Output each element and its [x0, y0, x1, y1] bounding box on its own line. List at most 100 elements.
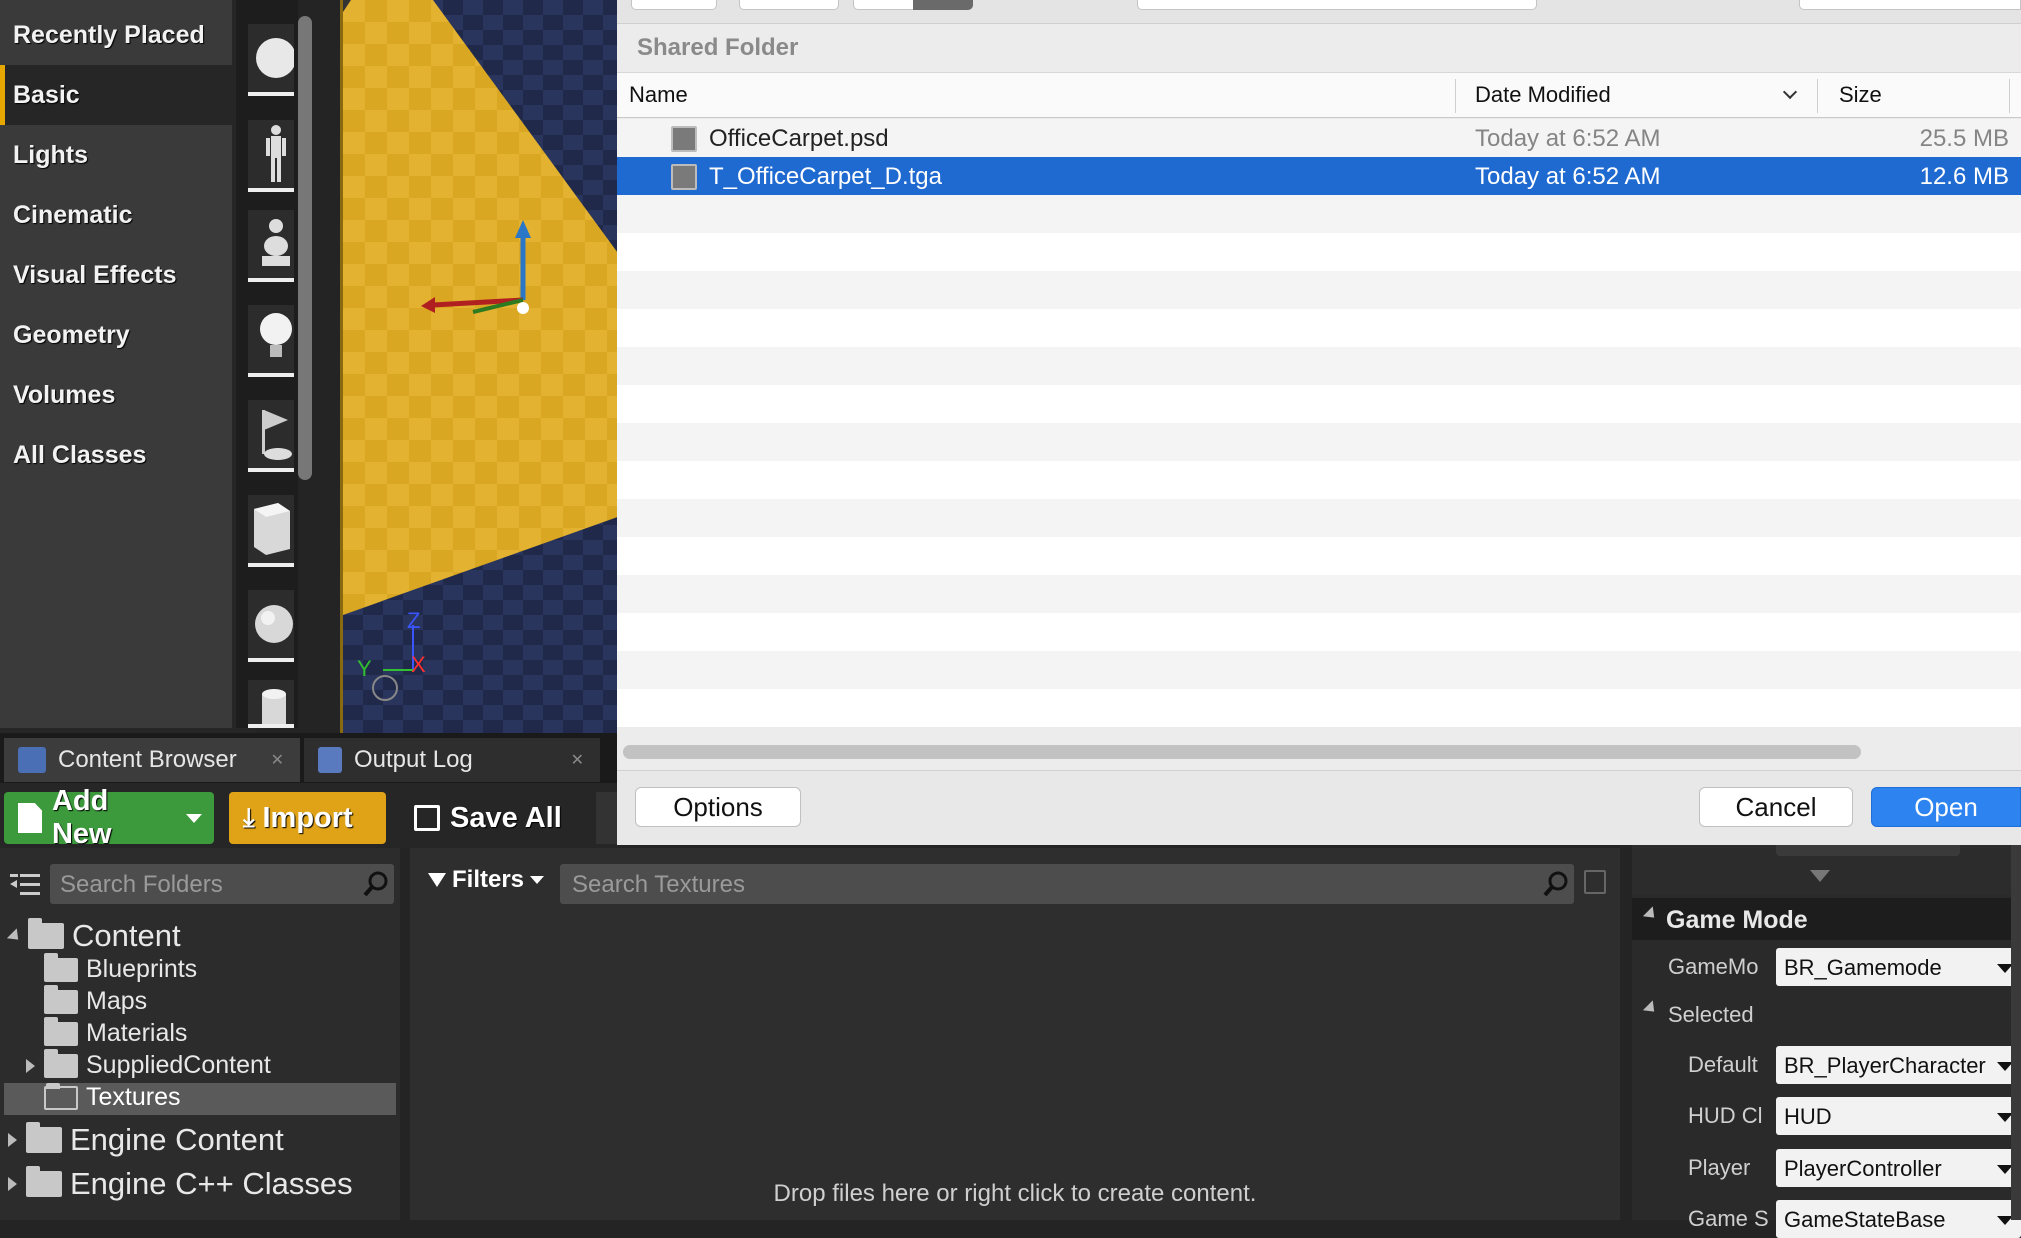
open-button[interactable]: Open: [1871, 787, 2021, 827]
folder-blueprints[interactable]: Blueprints: [44, 952, 197, 984]
add-new-label: Add New: [51, 785, 112, 850]
game-state-label: Game S: [1688, 1206, 1768, 1231]
folder-engine-content[interactable]: Engine Content: [8, 1122, 284, 1158]
column-separator[interactable]: [1455, 79, 1456, 113]
filter-icon: [428, 873, 446, 887]
empty-row: [617, 461, 2021, 499]
folder-suppliedcontent[interactable]: SuppliedContent: [26, 1048, 271, 1080]
sidebar-toggle-button[interactable]: [631, 0, 717, 10]
column-separator[interactable]: [1817, 79, 1818, 113]
new-file-icon: [18, 803, 42, 833]
save-all-label: Save All: [450, 801, 562, 834]
location-popup[interactable]: [1137, 0, 1537, 10]
folder-materials-label: Materials: [86, 1019, 188, 1047]
details-scrollbar[interactable]: [2011, 845, 2021, 1220]
import-icon: ⤓: [243, 802, 255, 832]
light-bulb-icon[interactable]: [248, 305, 294, 377]
back-forward-buttons[interactable]: [739, 0, 839, 10]
folder-engine-cpp-label: Engine C++ Classes: [70, 1166, 353, 1201]
category-cinematic[interactable]: Cinematic: [0, 185, 232, 245]
expand-arrow-icon[interactable]: [26, 1058, 35, 1073]
folder-icon: [28, 918, 64, 949]
game-mode-section-header[interactable]: Game Mode: [1632, 898, 2021, 940]
category-list: Recently Placed Basic Lights Cinematic V…: [0, 0, 232, 728]
category-lights[interactable]: Lights: [0, 125, 232, 185]
sphere-actor-thumbnail-2[interactable]: [248, 590, 294, 662]
import-label: Import: [262, 801, 353, 834]
tree-toggle-icon[interactable]: [10, 870, 40, 898]
close-icon[interactable]: ✕: [571, 750, 584, 770]
column-separator[interactable]: [2009, 79, 2010, 113]
folder-content[interactable]: Content: [6, 918, 181, 954]
file-row-selected[interactable]: T_OfficeCarpet_D.tga Today at 6:52 AM 12…: [617, 157, 2021, 195]
file-icon: [671, 126, 697, 152]
cylinder-actor-thumbnail[interactable]: [248, 680, 294, 728]
tab-content-browser[interactable]: Content Browser ✕: [4, 738, 300, 782]
options-button[interactable]: Options: [635, 787, 801, 827]
list-view-button[interactable]: [913, 0, 973, 10]
chevron-down-icon: [186, 813, 202, 823]
folder-maps-label: Maps: [86, 987, 148, 1015]
expand-arrow-icon[interactable]: [6, 927, 24, 945]
column-size-header[interactable]: Size: [1839, 82, 1882, 108]
search-icon: [362, 870, 390, 898]
player-controller-dropdown[interactable]: PlayerController: [1776, 1149, 2021, 1187]
axis-y-label: Y: [357, 656, 372, 681]
cancel-button[interactable]: Cancel: [1699, 787, 1853, 827]
category-all-classes[interactable]: All Classes: [0, 425, 232, 485]
folder-materials[interactable]: Materials: [44, 1016, 188, 1048]
column-date-header[interactable]: Date Modified: [1475, 82, 1611, 108]
expand-arrow-icon[interactable]: [8, 1133, 17, 1147]
column-name-header[interactable]: Name: [629, 82, 688, 108]
pawn-actor-thumbnail[interactable]: [248, 210, 294, 282]
default-pawn-label: Default: [1688, 1052, 1758, 1077]
current-folder-title: Shared Folder: [637, 34, 799, 61]
selected-gamemode-label: Selected: [1668, 1002, 1754, 1027]
filters-button[interactable]: Filters: [428, 866, 545, 894]
save-search-icon[interactable]: [1584, 870, 1606, 894]
file-date: Today at 6:52 AM: [1475, 125, 1661, 152]
empty-row: [617, 499, 2021, 537]
category-recently-placed[interactable]: Recently Placed: [0, 5, 232, 65]
expand-arrow-icon[interactable]: [8, 1177, 17, 1191]
category-volumes[interactable]: Volumes: [0, 365, 232, 425]
file-size: 12.6 MB: [1919, 163, 2009, 190]
default-pawn-dropdown[interactable]: BR_PlayerCharacter: [1776, 1046, 2021, 1084]
empty-row: [617, 689, 2021, 727]
horizontal-scrollbar[interactable]: [623, 745, 1861, 759]
import-button[interactable]: ⤓ Import: [229, 792, 386, 844]
empty-row: [617, 423, 2021, 461]
cube-actor-thumbnail[interactable]: [248, 495, 294, 567]
gamemode-dropdown[interactable]: BR_Gamemode: [1776, 948, 2021, 986]
search-textures-input[interactable]: Search Textures: [560, 864, 1574, 904]
folder-maps[interactable]: Maps: [44, 984, 148, 1016]
player-start-thumbnail[interactable]: [248, 400, 294, 472]
folder-engine-cpp-classes[interactable]: Engine C++ Classes: [8, 1166, 353, 1202]
empty-row: [617, 537, 2021, 575]
add-new-button[interactable]: Add New: [4, 785, 214, 850]
save-all-button[interactable]: Save All: [404, 792, 584, 844]
tab-output-log[interactable]: Output Log ✕: [304, 738, 600, 782]
hud-class-dropdown[interactable]: HUD: [1776, 1097, 2021, 1135]
file-row[interactable]: OfficeCarpet.psd Today at 6:52 AM 25.5 M…: [617, 119, 2021, 157]
category-visual-effects[interactable]: Visual Effects: [0, 245, 232, 305]
category-geometry[interactable]: Geometry: [0, 305, 232, 365]
modes-scrollbar[interactable]: [298, 16, 312, 480]
expand-advanced-icon[interactable]: [1810, 870, 1830, 882]
axis-z-label: Z: [407, 608, 421, 633]
level-viewport[interactable]: Z Y X: [340, 0, 620, 733]
hud-class-label: HUD Cl: [1688, 1103, 1763, 1128]
category-basic[interactable]: Basic: [0, 65, 232, 125]
search-field[interactable]: [1799, 0, 2021, 10]
folder-engine-content-label: Engine Content: [70, 1122, 284, 1157]
chevron-down-icon: [530, 876, 545, 884]
game-state-dropdown[interactable]: GameStateBase: [1776, 1200, 2021, 1238]
search-folders-input[interactable]: Search Folders: [50, 864, 394, 904]
file-list-header: Name Date Modified Size: [617, 72, 2021, 118]
folder-textures[interactable]: Textures: [44, 1082, 180, 1112]
folder-open-icon: [44, 1082, 78, 1110]
empty-row: [617, 347, 2021, 385]
close-icon[interactable]: ✕: [271, 750, 284, 770]
character-actor-thumbnail[interactable]: [248, 120, 294, 192]
sphere-actor-thumbnail[interactable]: [248, 24, 296, 96]
